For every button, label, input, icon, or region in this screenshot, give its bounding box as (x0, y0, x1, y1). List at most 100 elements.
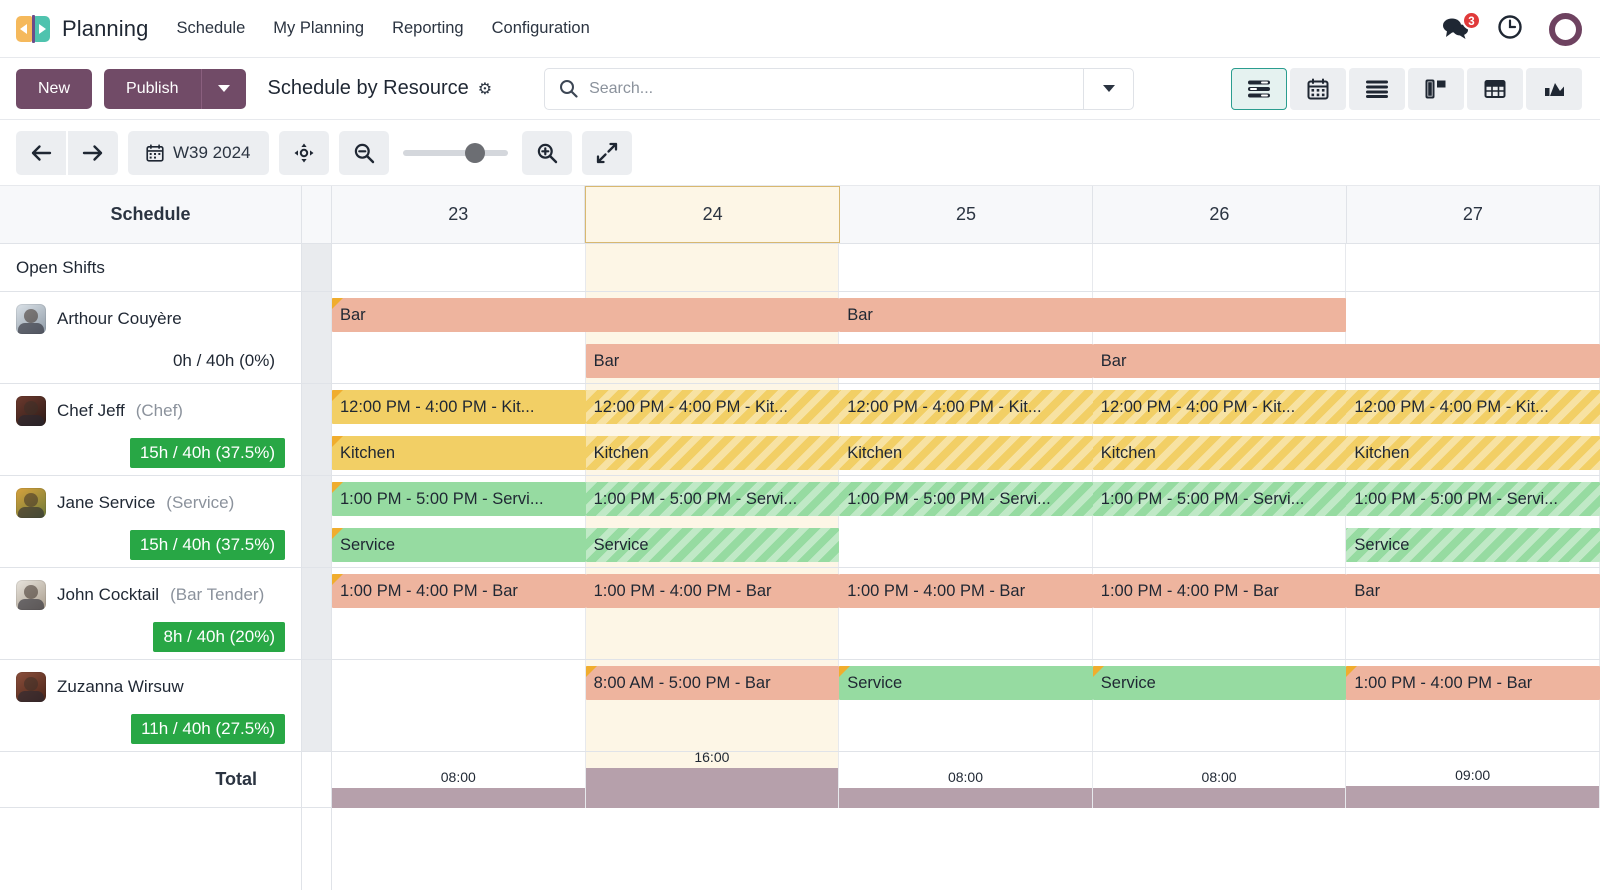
sidebar-header: Schedule (0, 186, 301, 244)
sidebar-row-arthour-couyere[interactable]: Arthour Couyère 0h / 40h (0%) (0, 292, 301, 384)
shift-pill[interactable]: Kitchen (332, 436, 586, 470)
shift-pill[interactable]: 1:00 PM - 4:00 PM - Bar (332, 574, 586, 608)
sidebar-row-chef-jeff[interactable]: Chef Jeff (Chef) 15h / 40h (37.5%) (0, 384, 301, 476)
view-button-list[interactable] (1349, 68, 1405, 110)
chevron-down-icon (218, 85, 230, 92)
day-header-25[interactable]: 25 (840, 186, 1093, 243)
shift-pill[interactable]: Service (839, 666, 1093, 700)
expand-fullscreen-button[interactable] (582, 131, 632, 175)
gantt-total-row: 08:0016:0008:0008:0009:00 (332, 752, 1600, 808)
shift-pill[interactable]: 1:00 PM - 5:00 PM - Servi... (1093, 482, 1347, 516)
zoom-in-icon (536, 142, 558, 164)
gear-icon[interactable]: ⚙ (478, 79, 492, 99)
graph-icon (1543, 79, 1565, 99)
day-header-24[interactable]: 24 (585, 186, 839, 243)
view-switcher (1231, 68, 1582, 110)
shift-pill[interactable]: Kitchen (1093, 436, 1347, 470)
zoom-slider[interactable] (403, 131, 508, 175)
shift-pill[interactable]: 12:00 PM - 4:00 PM - Kit... (332, 390, 586, 424)
day-header-23[interactable]: 23 (332, 186, 585, 243)
shift-pill[interactable]: 12:00 PM - 4:00 PM - Kit... (1093, 390, 1347, 424)
nav-item-reporting[interactable]: Reporting (392, 15, 464, 42)
shift-pill[interactable]: 1:00 PM - 5:00 PM - Servi... (839, 482, 1093, 516)
shift-pill[interactable]: 1:00 PM - 5:00 PM - Servi... (332, 482, 586, 516)
resource-name: John Cocktail (57, 585, 159, 605)
shift-pill[interactable]: 1:00 PM - 4:00 PM - Bar (1093, 574, 1347, 608)
total-cell-27: 09:00 (1346, 752, 1600, 808)
day-header-row: 2324252627 (332, 186, 1600, 244)
navbar-systray: 3 (1441, 0, 1582, 58)
shift-pill[interactable]: Kitchen (586, 436, 840, 470)
shift-pill[interactable]: Service (332, 528, 586, 562)
shift-pill[interactable]: Kitchen (1346, 436, 1600, 470)
view-button-graph[interactable] (1526, 68, 1582, 110)
publish-button[interactable]: Publish (104, 69, 201, 109)
sidebar-row-john-cocktail[interactable]: John Cocktail (Bar Tender) 8h / 40h (20%… (0, 568, 301, 660)
shift-pill[interactable]: Bar (332, 298, 839, 332)
previous-period-button[interactable] (16, 131, 66, 175)
new-button[interactable]: New (16, 69, 92, 109)
shift-pill[interactable]: Service (586, 528, 840, 562)
search-input[interactable] (589, 80, 1069, 98)
shift-pill[interactable]: 8:00 AM - 5:00 PM - Bar (586, 666, 840, 700)
shift-label: Bar (1354, 582, 1380, 601)
shift-label: Kitchen (847, 444, 902, 463)
shift-pill[interactable]: 1:00 PM - 5:00 PM - Servi... (586, 482, 840, 516)
shift-label: Bar (1101, 352, 1127, 371)
nav-item-configuration[interactable]: Configuration (492, 15, 590, 42)
shift-pill[interactable]: 1:00 PM - 4:00 PM - Bar (1346, 666, 1600, 700)
gantt-shift-layer (332, 244, 1600, 291)
resource-line: Zuzanna Wirsuw (16, 672, 285, 702)
sidebar-row-zuzanna-wirsuw[interactable]: Zuzanna Wirsuw 11h / 40h (27.5%) (0, 660, 301, 752)
resource-role: (Chef) (136, 401, 183, 421)
shift-label: Bar (594, 352, 620, 371)
messages-button[interactable]: 3 (1441, 16, 1471, 42)
day-header-26[interactable]: 26 (1093, 186, 1346, 243)
shift-pill[interactable]: Kitchen (839, 436, 1093, 470)
focus-today-button[interactable] (279, 131, 329, 175)
zoom-in-button[interactable] (522, 131, 572, 175)
day-header-27[interactable]: 27 (1347, 186, 1600, 243)
nav-item-schedule[interactable]: Schedule (176, 15, 245, 42)
period-picker-button[interactable]: W39 2024 (128, 131, 269, 175)
shift-pill[interactable]: 12:00 PM - 4:00 PM - Kit... (839, 390, 1093, 424)
gutter-cell (302, 476, 331, 568)
shift-pill[interactable]: 12:00 PM - 4:00 PM - Kit... (586, 390, 840, 424)
view-button-kanban[interactable] (1408, 68, 1464, 110)
resource-line: Jane Service (Service) (16, 488, 285, 518)
activities-button[interactable] (1497, 14, 1523, 45)
brand[interactable]: Planning (16, 16, 148, 42)
shift-label: Service (594, 536, 649, 555)
zoom-slider-thumb[interactable] (465, 143, 485, 163)
shift-pill[interactable]: 1:00 PM - 4:00 PM - Bar (839, 574, 1093, 608)
view-button-calendar[interactable] (1290, 68, 1346, 110)
gantt-grid: 2324252627 BarBarBarBar12:00 PM - 4:00 P… (332, 186, 1600, 890)
period-nav-group (16, 131, 118, 175)
arrow-right-icon (82, 144, 104, 162)
resource-hours: 0h / 40h (0%) (163, 346, 285, 376)
zoom-out-button[interactable] (339, 131, 389, 175)
shift-pill[interactable]: Bar (1346, 574, 1600, 608)
shift-pill[interactable]: Bar (586, 344, 1093, 378)
next-period-button[interactable] (68, 131, 118, 175)
view-button-gantt[interactable] (1231, 68, 1287, 110)
shift-pill[interactable]: 12:00 PM - 4:00 PM - Kit... (1346, 390, 1600, 424)
shift-pill[interactable]: 1:00 PM - 4:00 PM - Bar (586, 574, 840, 608)
total-value: 16:00 (586, 749, 839, 765)
shift-pill[interactable]: Bar (1093, 344, 1600, 378)
sidebar-row-open-shifts[interactable]: Open Shifts (0, 244, 301, 292)
publish-dropdown-button[interactable] (202, 69, 246, 109)
shift-pill[interactable]: 1:00 PM - 5:00 PM - Servi... (1346, 482, 1600, 516)
brand-name: Planning (62, 16, 148, 42)
shift-pill[interactable]: Bar (839, 298, 1346, 332)
shift-pill[interactable]: Service (1093, 666, 1347, 700)
sidebar-row-jane-service[interactable]: Jane Service (Service) 15h / 40h (37.5%) (0, 476, 301, 568)
search-dropdown-toggle[interactable] (1083, 69, 1133, 109)
search-bar (544, 68, 1134, 110)
nav-item-my-planning[interactable]: My Planning (273, 15, 364, 42)
shift-label: 1:00 PM - 5:00 PM - Servi... (1101, 490, 1305, 509)
view-button-pivot[interactable] (1467, 68, 1523, 110)
shift-pill[interactable]: Service (1346, 528, 1600, 562)
zoom-slider-track (403, 150, 508, 156)
user-avatar[interactable] (1549, 13, 1582, 46)
